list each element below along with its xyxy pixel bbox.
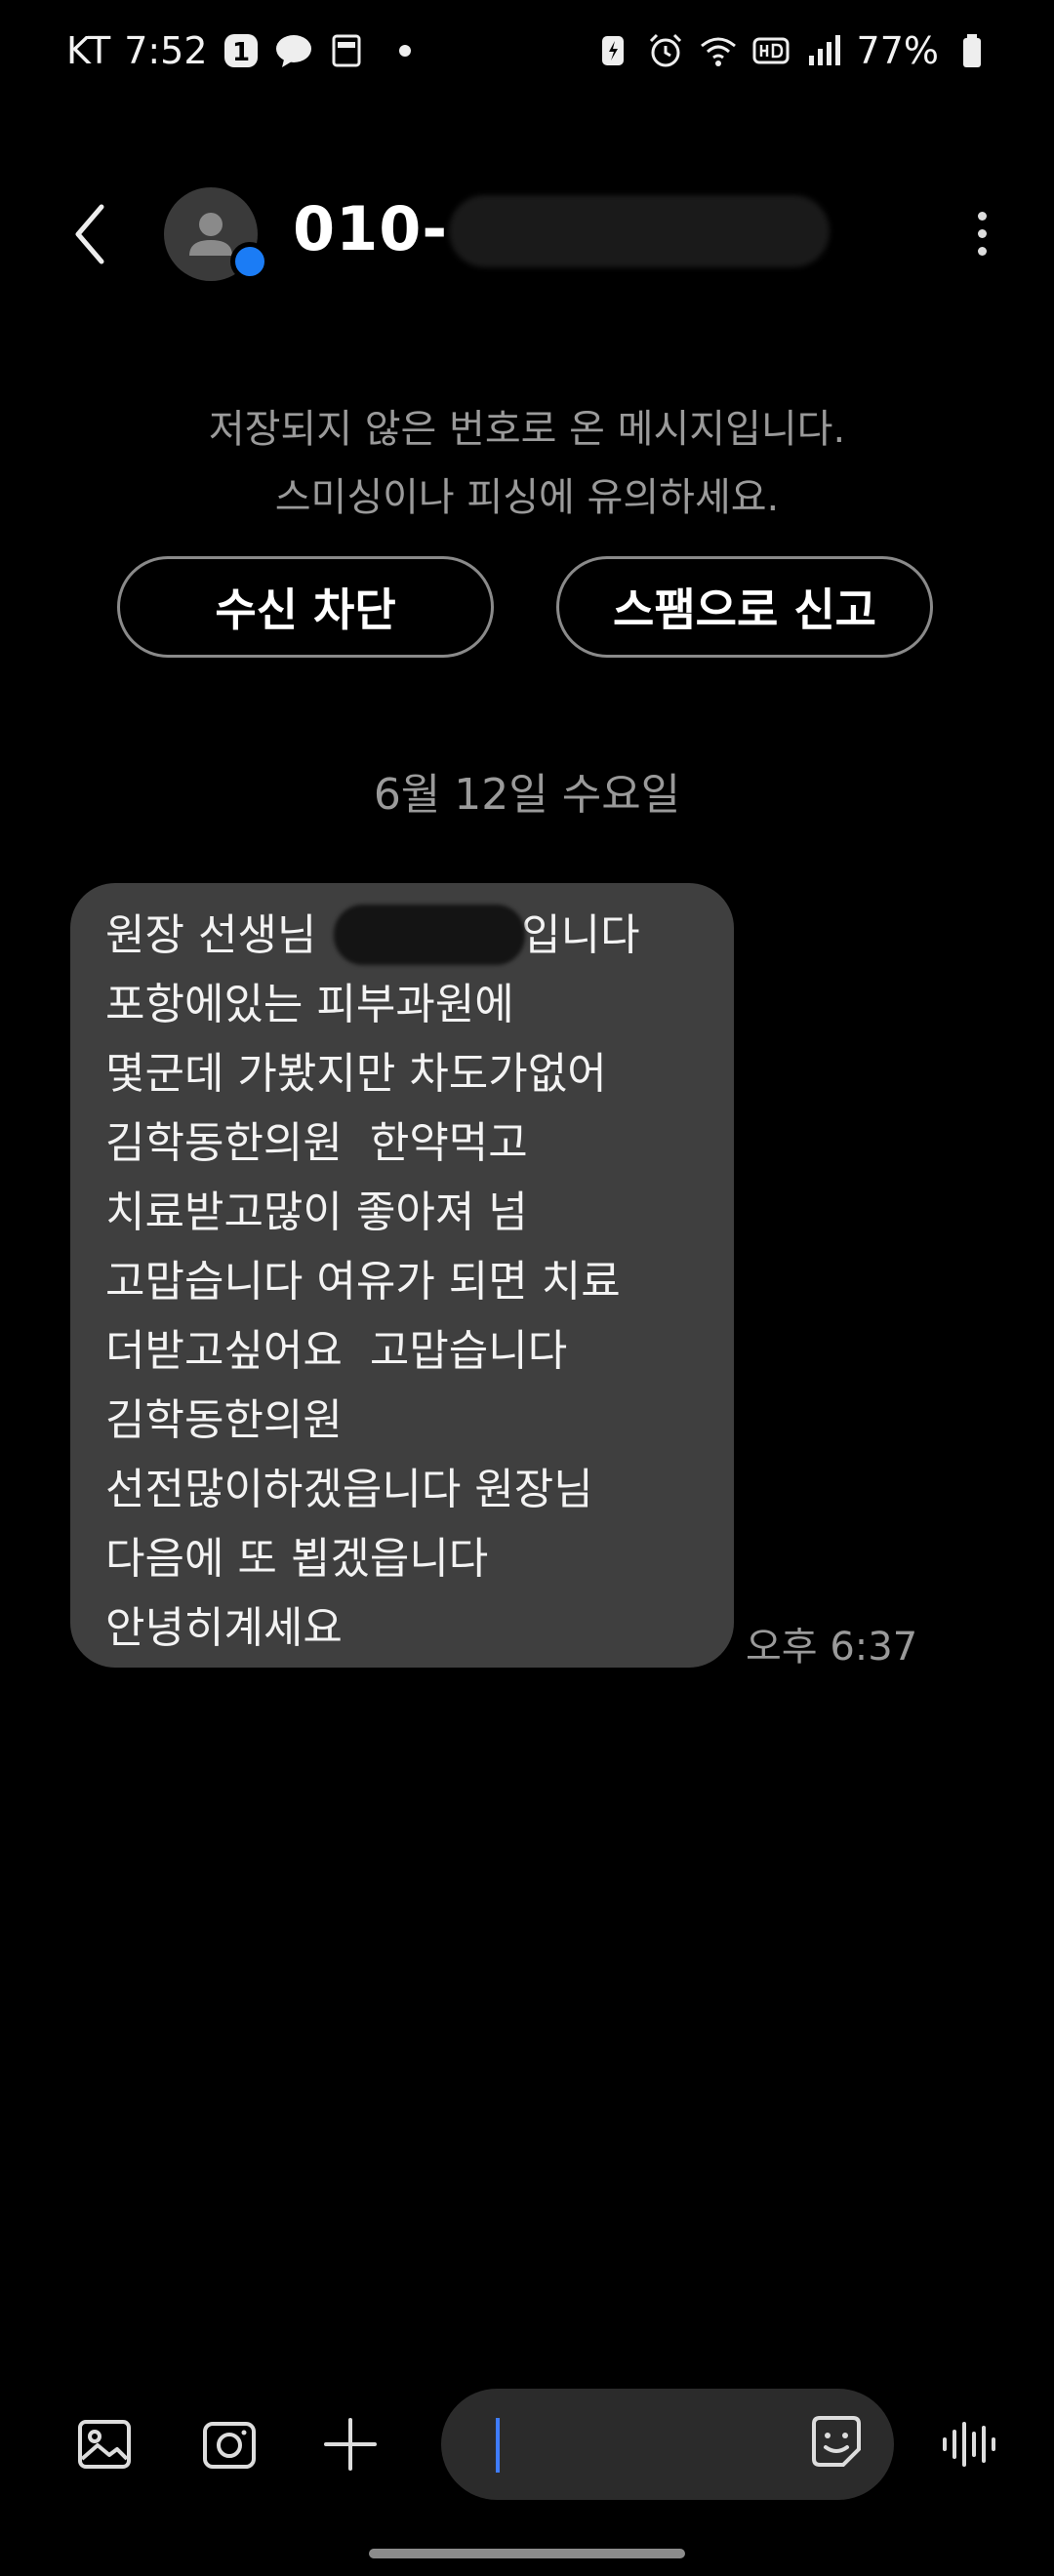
wifi-icon xyxy=(699,31,738,70)
contact-number[interactable]: 010- xyxy=(293,193,448,264)
message-line: 치료받고많이 좋아져 넘 xyxy=(105,1187,528,1237)
home-indicator[interactable] xyxy=(369,2549,685,2558)
message-line: 포항에있는 피부과원에 xyxy=(105,980,514,1029)
carrier-label: KT xyxy=(66,29,111,72)
more-options-button[interactable] xyxy=(962,203,1001,271)
gallery-button[interactable] xyxy=(70,2410,139,2478)
battery-percent: 77% xyxy=(856,29,939,72)
battery-icon xyxy=(953,31,992,70)
notice-line-1: 저장되지 않은 번호로 온 메시지입니다. xyxy=(208,407,846,452)
notification-count-icon: 1 xyxy=(222,31,261,70)
message-line: 김학동한의원 xyxy=(105,1395,343,1445)
card-notification-icon xyxy=(327,31,366,70)
voice-wave-icon xyxy=(943,2422,995,2467)
message-timestamp: 오후 6:37 xyxy=(746,1625,918,1670)
message-line: 몇군데 가봤지만 차도가없어 xyxy=(105,1049,607,1099)
message-line: 선전많이하겠읍니다 원장님 xyxy=(105,1465,593,1514)
camera-button[interactable] xyxy=(195,2410,264,2478)
hd-voice-icon xyxy=(751,31,790,70)
back-arrow-icon xyxy=(75,204,104,264)
sticker-icon xyxy=(812,2416,861,2467)
camera-icon xyxy=(203,2422,256,2469)
message-badge-icon xyxy=(230,242,269,281)
report-spam-button[interactable]: 스팸으로 신고 xyxy=(556,556,933,658)
redacted-number-mask xyxy=(449,195,830,267)
more-notifications-dot-icon xyxy=(398,45,411,57)
conversation-header: 010- xyxy=(0,156,1054,312)
voice-record-button[interactable] xyxy=(935,2410,1003,2478)
svg-text:1: 1 xyxy=(231,38,249,67)
more-vertical-icon xyxy=(962,212,1001,256)
back-button[interactable] xyxy=(62,195,121,273)
composer-bar xyxy=(0,2381,1054,2517)
spam-actions: 수신 차단 스팸으로 신고 xyxy=(117,556,937,664)
talk-chat-icon xyxy=(274,31,313,70)
status-bar: KT 7:52 1 77% xyxy=(0,0,1054,113)
received-message-bubble[interactable]: 원장 선생님 입니다 포항에있는 피부과원에 몇군데 가봤지만 차도가없어 김학… xyxy=(70,883,734,1668)
plus-icon xyxy=(324,2418,377,2471)
text-caret xyxy=(496,2418,500,2473)
signal-icon xyxy=(804,31,843,70)
status-right: 77% xyxy=(593,29,992,72)
message-input[interactable] xyxy=(441,2389,894,2500)
block-number-button[interactable]: 수신 차단 xyxy=(117,556,494,658)
message-line: 다음에 또 뵙겠읍니다 xyxy=(105,1534,489,1584)
redacted-name-mask xyxy=(334,905,525,965)
clock: 7:52 xyxy=(124,29,208,72)
unsaved-number-notice: 저장되지 않은 번호로 온 메시지입니다. 스미싱이나 피싱에 유의하세요. xyxy=(0,395,1054,532)
sticker-button[interactable] xyxy=(804,2410,869,2475)
message-line: 더받고싶어요 고맙습니다 xyxy=(105,1326,568,1376)
add-attachment-button[interactable] xyxy=(316,2410,385,2478)
gallery-icon xyxy=(78,2420,131,2469)
notice-line-2: 스미싱이나 피싱에 유의하세요. xyxy=(274,475,780,520)
message-line: 안녕히계세요 xyxy=(105,1603,343,1653)
alarm-icon xyxy=(646,31,685,70)
date-separator: 6월 12일 수요일 xyxy=(373,770,681,820)
status-left: KT 7:52 1 xyxy=(66,29,411,72)
message-line: 고맙습니다 여유가 되면 치료 xyxy=(105,1257,621,1307)
battery-saver-icon xyxy=(593,31,632,70)
message-line: 김학동한의원 한약먹고 xyxy=(105,1118,528,1168)
